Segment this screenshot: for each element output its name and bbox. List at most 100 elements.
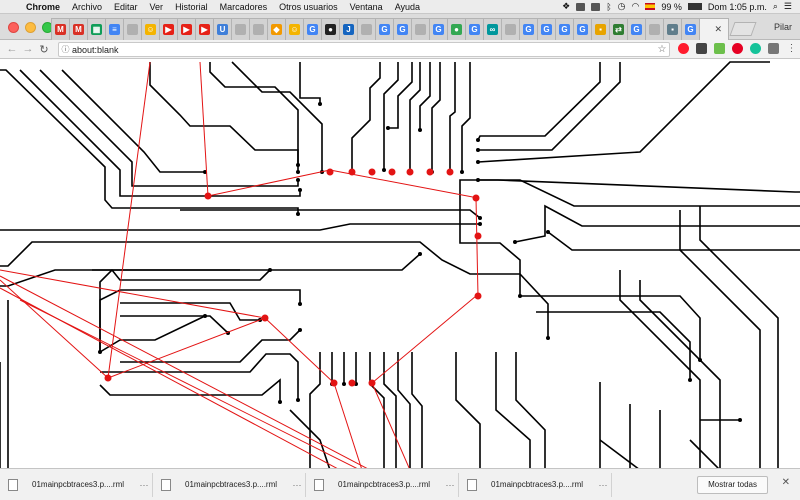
- browser-tab[interactable]: G: [393, 18, 412, 40]
- info-icon[interactable]: ⓘ: [59, 44, 72, 55]
- browser-tab[interactable]: ▶: [177, 18, 196, 40]
- extension-dark-icon[interactable]: [696, 43, 707, 54]
- opera-icon[interactable]: [678, 43, 689, 54]
- browser-tab[interactable]: ▶: [159, 18, 178, 40]
- browser-tab[interactable]: ☺: [285, 18, 304, 40]
- bookmark-star-icon[interactable]: ☆: [655, 44, 669, 55]
- screen-app-icon[interactable]: [591, 2, 601, 11]
- browser-tab[interactable]: G: [465, 18, 484, 40]
- browser-tab[interactable]: ▪: [591, 18, 610, 40]
- browser-tab[interactable]: ●: [447, 18, 466, 40]
- address-bar[interactable]: ⓘ about:blank ☆: [58, 42, 670, 57]
- menu-otros-usuarios[interactable]: Otros usuarios: [273, 2, 344, 12]
- downloads-shelf: 01mainpcbtraces3.p....rml ··· 01mainpcbt…: [0, 468, 800, 500]
- window-close-button[interactable]: [8, 22, 19, 33]
- browser-tab[interactable]: G: [519, 18, 538, 40]
- chrome-menu-icon[interactable]: ⋮: [786, 43, 797, 54]
- trace-endpoint: [476, 138, 480, 142]
- browser-tab[interactable]: G: [537, 18, 556, 40]
- download-item[interactable]: 01mainpcbtraces3.p....rml ···: [306, 472, 459, 497]
- reload-button[interactable]: ↻: [36, 43, 52, 56]
- grammarly-icon[interactable]: [750, 43, 761, 54]
- input-flag-icon[interactable]: [645, 3, 656, 10]
- menu-editar[interactable]: Editar: [108, 2, 144, 12]
- menu-ventana[interactable]: Ventana: [344, 2, 389, 12]
- browser-tab[interactable]: G: [375, 18, 394, 40]
- trace-endpoint: [296, 170, 300, 174]
- browser-tab[interactable]: ⇄: [609, 18, 628, 40]
- browser-tab[interactable]: M: [69, 18, 88, 40]
- browser-tab[interactable]: G: [573, 18, 592, 40]
- new-tab-button[interactable]: [729, 22, 757, 36]
- ratsnest-line: [19, 299, 358, 468]
- browser-tab[interactable]: ▶: [195, 18, 214, 40]
- download-menu-button[interactable]: ···: [289, 480, 305, 490]
- trace-endpoint: [476, 148, 480, 152]
- browser-tab[interactable]: M: [51, 18, 70, 40]
- time-machine-icon[interactable]: ◷: [618, 1, 626, 12]
- download-menu-button[interactable]: ···: [136, 480, 152, 490]
- menu-archivo[interactable]: Archivo: [66, 2, 108, 12]
- browser-tab[interactable]: ▪: [663, 18, 682, 40]
- forward-button[interactable]: →: [20, 43, 36, 55]
- menu-ayuda[interactable]: Ayuda: [389, 2, 426, 12]
- trace-endpoint: [476, 178, 480, 182]
- browser-tab[interactable]: ☺: [141, 18, 160, 40]
- browser-tab[interactable]: [411, 18, 430, 40]
- menu-app-name[interactable]: Chrome: [20, 2, 66, 12]
- download-item[interactable]: 01mainpcbtraces3.p....rml ···: [0, 472, 153, 497]
- download-item[interactable]: 01mainpcbtraces3.p....rml ···: [153, 472, 306, 497]
- active-tab[interactable]: ✕: [699, 18, 729, 40]
- profile-name[interactable]: Pilar: [774, 22, 792, 32]
- browser-tab[interactable]: [249, 18, 268, 40]
- pcb-trace: [383, 352, 397, 468]
- notification-center-icon[interactable]: ☰: [784, 1, 792, 12]
- browser-tab[interactable]: G: [429, 18, 448, 40]
- browser-tab[interactable]: [501, 18, 520, 40]
- browser-tab[interactable]: J: [339, 18, 358, 40]
- back-button[interactable]: ←: [4, 43, 20, 55]
- extension-gray-icon[interactable]: [768, 43, 779, 54]
- close-tab-icon[interactable]: ✕: [714, 24, 722, 35]
- google-icon: G: [559, 24, 570, 35]
- file-icon: [161, 478, 171, 491]
- menu-ver[interactable]: Ver: [144, 2, 170, 12]
- download-filename: 01mainpcbtraces3.p....rml: [185, 480, 278, 489]
- battery-icon[interactable]: [687, 3, 702, 10]
- browser-tab[interactable]: G: [627, 18, 646, 40]
- browser-tab[interactable]: [357, 18, 376, 40]
- dropbox-icon[interactable]: ❖: [562, 1, 570, 12]
- github-icon: ●: [325, 24, 336, 35]
- browser-tab[interactable]: [123, 18, 142, 40]
- window-minimize-button[interactable]: [25, 22, 36, 33]
- browser-tab[interactable]: [645, 18, 664, 40]
- browser-tab[interactable]: G: [681, 18, 700, 40]
- file-icon: [8, 478, 18, 491]
- bluetooth-icon[interactable]: ᛒ: [606, 2, 611, 12]
- browser-tab[interactable]: [231, 18, 250, 40]
- extension-green-icon[interactable]: [714, 43, 725, 54]
- menu-historial[interactable]: Historial: [169, 2, 214, 12]
- browser-tab[interactable]: ∞: [483, 18, 502, 40]
- browser-tab[interactable]: ≡: [105, 18, 124, 40]
- download-menu-button[interactable]: ···: [595, 480, 611, 490]
- trace-endpoint: [203, 314, 207, 318]
- show-all-downloads-button[interactable]: Mostrar todas: [697, 476, 768, 494]
- menu-marcadores[interactable]: Marcadores: [214, 2, 274, 12]
- browser-tab[interactable]: U: [213, 18, 232, 40]
- pcb-traces-canvas[interactable]: [0, 60, 800, 468]
- browser-tab[interactable]: ●: [321, 18, 340, 40]
- close-shelf-button[interactable]: ✕: [782, 477, 790, 488]
- browser-tab[interactable]: G: [555, 18, 574, 40]
- browser-tab[interactable]: G: [303, 18, 322, 40]
- wifi-icon[interactable]: ◠: [631, 1, 639, 12]
- spotlight-icon[interactable]: ⌕: [773, 1, 778, 12]
- download-item[interactable]: 01mainpcbtraces3.p....rml ···: [459, 472, 612, 497]
- download-menu-button[interactable]: ···: [442, 480, 458, 490]
- browser-tab[interactable]: ▦: [87, 18, 106, 40]
- clock[interactable]: Dom 1:05 p.m.: [708, 2, 767, 12]
- pinterest-icon[interactable]: [732, 43, 743, 54]
- cloud-app-icon[interactable]: [576, 2, 586, 11]
- browser-tab[interactable]: ◆: [267, 18, 286, 40]
- trace-endpoint: [476, 160, 480, 164]
